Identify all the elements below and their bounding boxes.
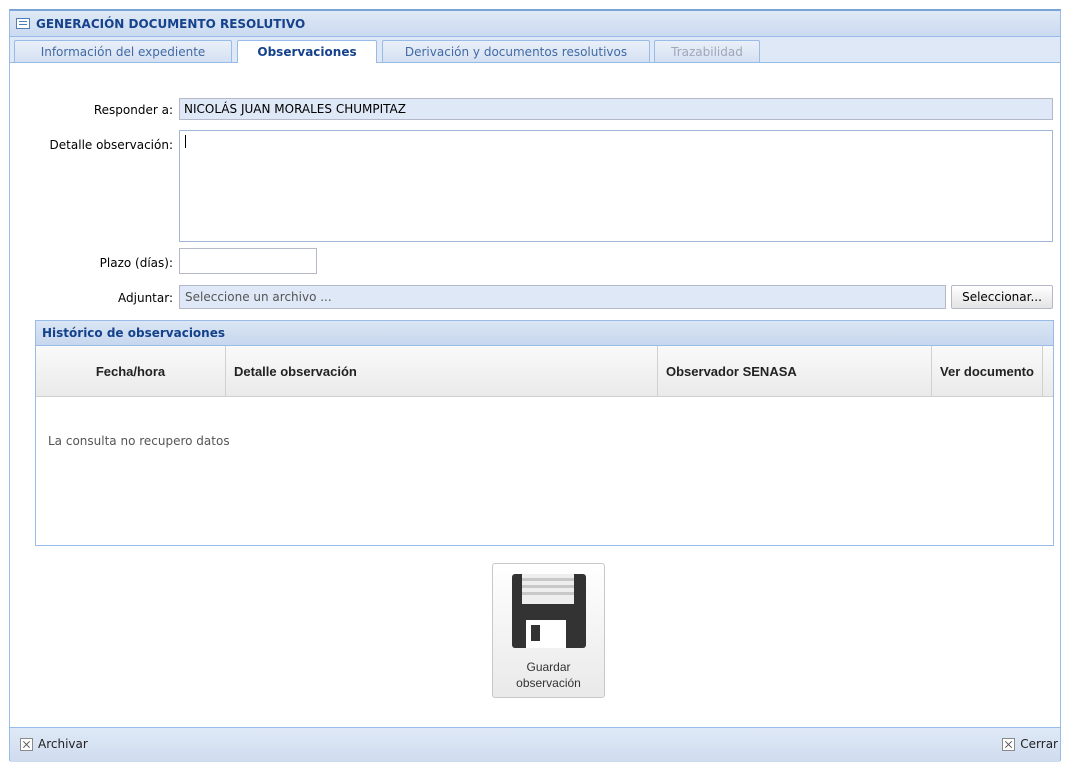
tab-informacion-expediente[interactable]: Información del expediente bbox=[14, 40, 232, 62]
empty-message: La consulta no recupero datos bbox=[48, 434, 230, 448]
adjuntar-label: Adjuntar: bbox=[118, 291, 173, 305]
plazo-label: Plazo (días): bbox=[99, 256, 173, 270]
text-caret bbox=[185, 135, 186, 148]
seleccionar-button[interactable]: Seleccionar... bbox=[951, 285, 1053, 309]
main-window: GENERACIÓN DOCUMENTO RESOLUTIVO Informac… bbox=[9, 9, 1061, 762]
cerrar-label: Cerrar bbox=[1020, 737, 1058, 751]
responder-field: NICOLÁS JUAN MORALES CHUMPITAZ bbox=[179, 98, 1053, 120]
detalle-observacion-textarea[interactable] bbox=[179, 130, 1053, 242]
close-box-icon bbox=[1002, 737, 1016, 751]
cerrar-button[interactable]: Cerrar bbox=[1002, 737, 1058, 751]
window-title: GENERACIÓN DOCUMENTO RESOLUTIVO bbox=[36, 16, 306, 31]
tab-observaciones[interactable]: Observaciones bbox=[237, 40, 377, 63]
grid-header: Fecha/hora Detalle observación Observado… bbox=[36, 346, 1053, 397]
close-box-icon bbox=[20, 737, 33, 751]
guardar-label: Guardar observación bbox=[493, 659, 604, 691]
col-detalle-observacion[interactable]: Detalle observación bbox=[226, 346, 658, 396]
tab-bar: Información del expediente Observaciones… bbox=[10, 37, 1060, 63]
archivar-label: Archivar bbox=[38, 737, 88, 751]
col-ver-documento[interactable]: Ver documento bbox=[932, 346, 1043, 396]
archivar-button[interactable]: Archivar bbox=[20, 737, 88, 751]
tab-derivacion-documentos[interactable]: Derivación y documentos resolutivos bbox=[382, 40, 650, 62]
window-titlebar: GENERACIÓN DOCUMENTO RESOLUTIVO bbox=[10, 11, 1060, 37]
detalle-label: Detalle observación: bbox=[49, 138, 173, 152]
plazo-input[interactable] bbox=[179, 248, 317, 274]
form-icon bbox=[16, 18, 30, 29]
adjuntar-file-field[interactable]: Seleccione un archivo ... bbox=[179, 285, 946, 309]
historico-title: Histórico de observaciones bbox=[36, 321, 1053, 346]
guardar-observacion-button[interactable]: Guardar observación bbox=[492, 563, 605, 698]
historico-panel: Histórico de observaciones Fecha/hora De… bbox=[35, 320, 1054, 546]
responder-label: Responder a: bbox=[93, 103, 173, 117]
col-fecha-hora[interactable]: Fecha/hora bbox=[36, 346, 226, 396]
guardar-label-line1: Guardar bbox=[526, 660, 571, 674]
floppy-disk-icon bbox=[512, 574, 586, 648]
guardar-label-line2: observación bbox=[516, 676, 581, 690]
col-observador-senasa[interactable]: Observador SENASA bbox=[658, 346, 932, 396]
window-footer: Archivar Cerrar bbox=[10, 727, 1060, 762]
tab-trazabilidad: Trazabilidad bbox=[654, 40, 760, 62]
